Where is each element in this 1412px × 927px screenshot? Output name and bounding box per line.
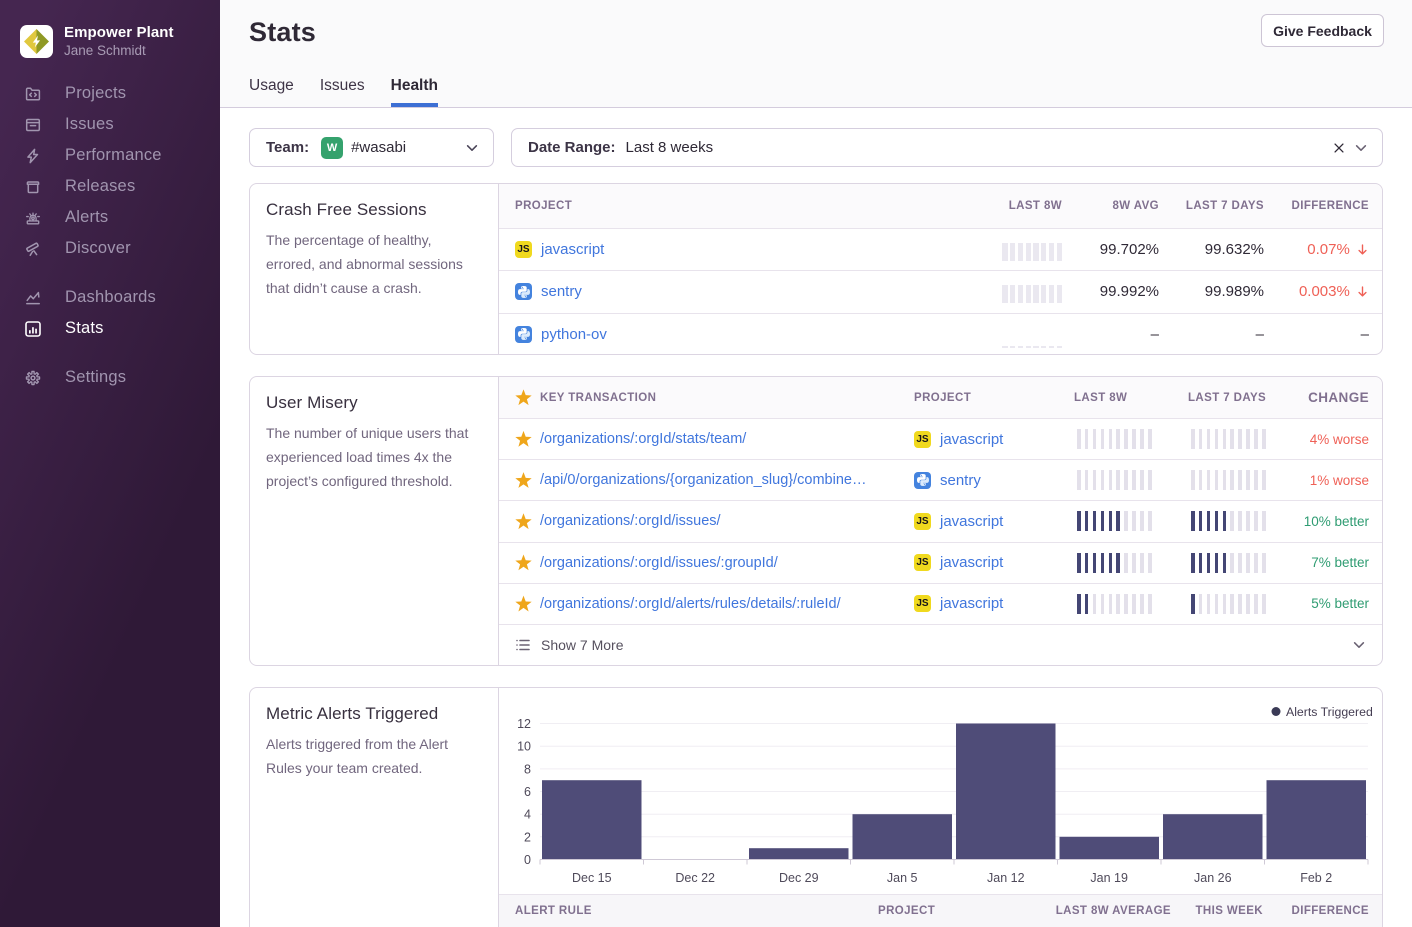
svg-text:Alerts Triggered: Alerts Triggered — [1286, 705, 1373, 719]
svg-text:8: 8 — [524, 762, 531, 776]
svg-text:10: 10 — [517, 740, 531, 754]
svg-text:0: 0 — [524, 853, 531, 867]
svg-text:Feb 2: Feb 2 — [1300, 871, 1332, 885]
svg-text:Dec 22: Dec 22 — [675, 871, 715, 885]
svg-text:Dec 29: Dec 29 — [779, 871, 819, 885]
svg-text:Jan 26: Jan 26 — [1194, 871, 1232, 885]
svg-text:Jan 12: Jan 12 — [987, 871, 1025, 885]
svg-text:6: 6 — [524, 785, 531, 799]
svg-text:12: 12 — [517, 717, 531, 731]
svg-text:2: 2 — [524, 830, 531, 844]
svg-text:Jan 19: Jan 19 — [1090, 871, 1128, 885]
svg-text:Dec 15: Dec 15 — [572, 871, 612, 885]
svg-text:4: 4 — [524, 808, 531, 822]
svg-text:Jan 5: Jan 5 — [887, 871, 918, 885]
